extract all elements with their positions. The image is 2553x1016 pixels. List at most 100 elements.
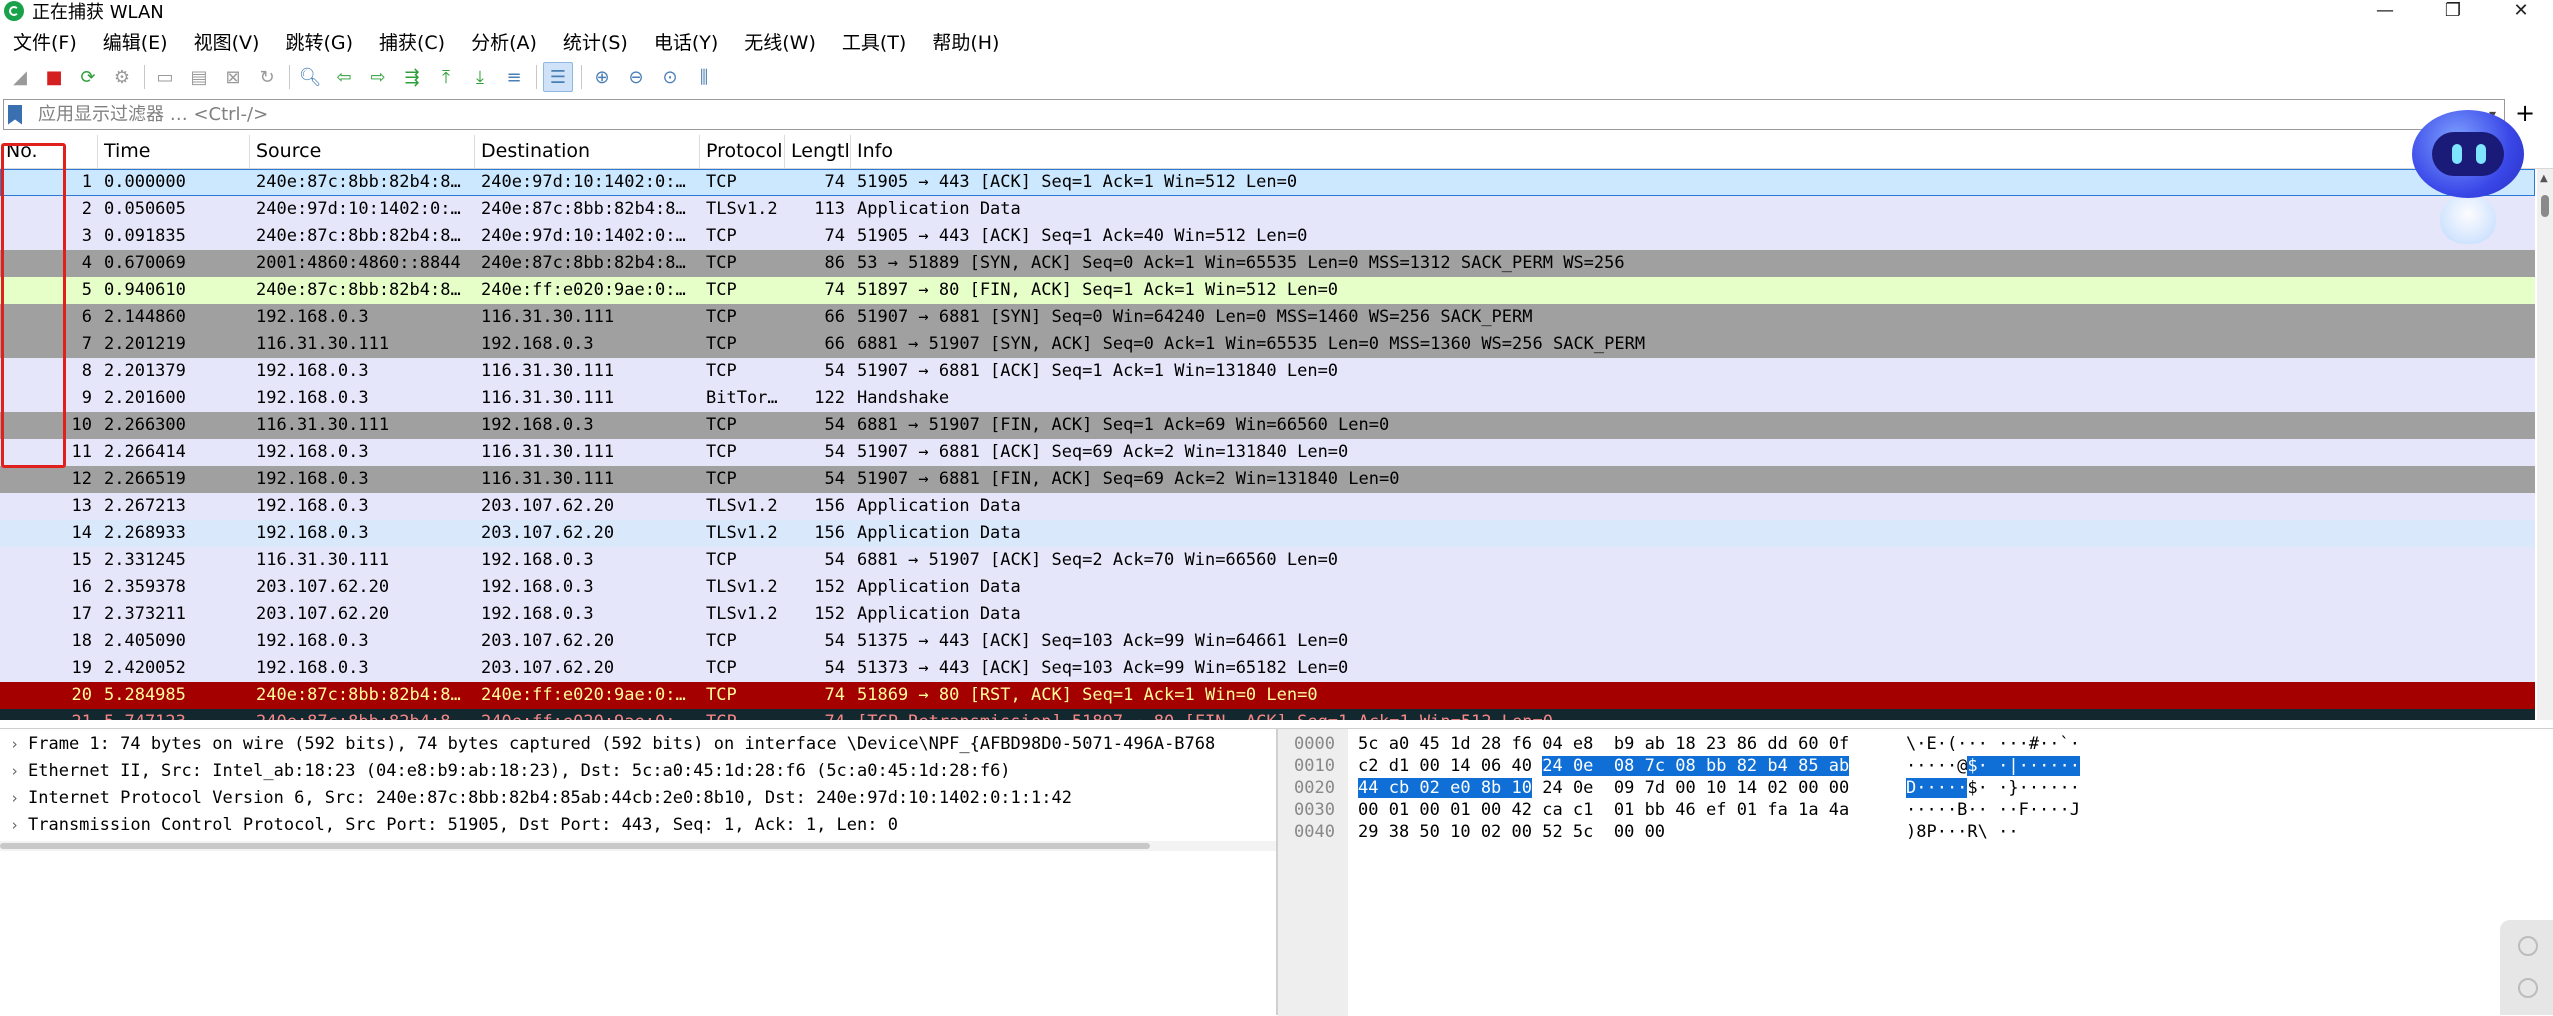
- menu-item-5[interactable]: 分析(A): [458, 28, 550, 55]
- close-window-button[interactable]: ✕: [2496, 0, 2546, 21]
- ascii-highlighted: D·····: [1906, 778, 1968, 798]
- cell-info: Handshake: [857, 388, 950, 408]
- scroll-up-icon[interactable]: ▲: [2540, 173, 2548, 184]
- table-row[interactable]: 16 2.359378 203.107.62.20 192.168.0.3 TLSv1.…: [0, 574, 2535, 601]
- hex-bytes[interactable]: 00 01 00 01 00 42 ca c1 01 bb 46 ef 01 f…: [1358, 799, 1849, 821]
- table-row[interactable]: 15 2.331245 116.31.30.111 192.168.0.3 TCP 54 6…: [0, 547, 2535, 574]
- detail-tree-item[interactable]: › Transmission Control Protocol, Src Port…: [0, 812, 1276, 839]
- go-back-icon[interactable]: ⇦: [330, 63, 358, 91]
- go-forward-icon[interactable]: ⇨: [364, 63, 392, 91]
- find-packet-icon[interactable]: 🔍︎: [296, 63, 324, 91]
- cell-length: 54: [824, 361, 845, 381]
- table-row[interactable]: 9 2.201600 192.168.0.3 116.31.30.111 BitTor……: [0, 385, 2535, 412]
- menu-item-0[interactable]: 文件(F): [0, 28, 90, 55]
- scrollbar-thumb[interactable]: [2541, 195, 2549, 217]
- table-row[interactable]: 7 2.201219 116.31.30.111 192.168.0.3 TCP 66 68…: [0, 331, 2535, 358]
- reload-icon[interactable]: ↻: [253, 63, 281, 91]
- minimize-button[interactable]: —: [2360, 0, 2410, 21]
- cell-destination: 203.107.62.20: [481, 496, 615, 516]
- hex-bytes[interactable]: 44 cb 02 e0 8b 10 24 0e 09 7d 00 10 14 0…: [1358, 777, 1849, 799]
- feather-icon[interactable]: [2518, 978, 2538, 998]
- table-row[interactable]: 10 2.266300 116.31.30.111 192.168.0.3 TCP 54 6…: [0, 412, 2535, 439]
- menu-item-2[interactable]: 视图(V): [181, 28, 273, 55]
- cell-protocol: BitTor…: [706, 388, 778, 408]
- menu-item-9[interactable]: 工具(T): [829, 28, 919, 55]
- table-row[interactable]: 5 0.940610 240e:87c:8bb:82b4:8… 240e:ff:e02…: [0, 277, 2535, 304]
- ascii-bytes[interactable]: \·E·(··· ···#··`·: [1906, 733, 2080, 755]
- detail-tree-item[interactable]: › Frame 1: 74 bytes on wire (592 bits), 7…: [0, 731, 1276, 758]
- bookmark-icon[interactable]: [8, 104, 22, 125]
- expand-chevron-icon[interactable]: ›: [10, 758, 28, 785]
- detail-tree-item[interactable]: › Ethernet II, Src: Intel_ab:18:23 (04:e8…: [0, 758, 1276, 785]
- menu-item-3[interactable]: 跳转(G): [272, 28, 366, 55]
- column-header-destination[interactable]: Destination: [475, 135, 700, 168]
- close-file-icon[interactable]: ⊠: [219, 63, 247, 91]
- column-header-no[interactable]: No.: [0, 135, 98, 168]
- table-row[interactable]: 8 2.201379 192.168.0.3 116.31.30.111 TCP 54 51…: [0, 358, 2535, 385]
- zoom-in-icon[interactable]: ⊕: [588, 63, 616, 91]
- column-header-length[interactable]: Lengtl: [785, 135, 851, 168]
- table-row[interactable]: 11 2.266414 192.168.0.3 116.31.30.111 TCP 54 5…: [0, 439, 2535, 466]
- menu-item-8[interactable]: 无线(W): [731, 28, 829, 55]
- go-to-packet-icon[interactable]: ⇶: [398, 63, 426, 91]
- expand-chevron-icon[interactable]: ›: [10, 785, 28, 812]
- stop-capture-icon[interactable]: ■: [40, 63, 68, 91]
- shield-icon[interactable]: [2518, 936, 2538, 956]
- open-file-icon[interactable]: ▭: [151, 63, 179, 91]
- table-row[interactable]: 12 2.266519 192.168.0.3 116.31.30.111 TCP 54 5…: [0, 466, 2535, 493]
- hex-bytes[interactable]: 29 38 50 10 02 00 52 5c 00 00: [1358, 821, 1665, 843]
- column-header-info[interactable]: Info: [851, 135, 2537, 168]
- column-header-time[interactable]: Time: [98, 135, 250, 168]
- table-row[interactable]: 4 0.670069 2001:4860:4860::8844 240e:87c:8b…: [0, 250, 2535, 277]
- details-horizontal-scrollbar[interactable]: [0, 841, 1276, 851]
- cell-protocol: TCP: [706, 361, 737, 381]
- table-row[interactable]: 6 2.144860 192.168.0.3 116.31.30.111 TCP 66 51…: [0, 304, 2535, 331]
- capture-options-icon[interactable]: ⚙: [108, 63, 136, 91]
- zoom-out-icon[interactable]: ⊖: [622, 63, 650, 91]
- hex-bytes[interactable]: 5c a0 45 1d 28 f6 04 e8 b9 ab 18 23 86 d…: [1358, 733, 1849, 755]
- scrollbar-thumb[interactable]: [0, 843, 1150, 849]
- hex-bytes[interactable]: c2 d1 00 14 06 40 24 0e 08 7c 08 bb 82 b…: [1358, 755, 1850, 777]
- save-file-icon[interactable]: ▤: [185, 63, 213, 91]
- table-row[interactable]: 3 0.091835 240e:87c:8bb:82b4:8… 240e:97d:10…: [0, 223, 2535, 250]
- menu-item-1[interactable]: 编辑(E): [90, 28, 181, 55]
- display-filter-input[interactable]: [36, 103, 2440, 126]
- zoom-normal-icon[interactable]: ⊙: [656, 63, 684, 91]
- cell-protocol: TCP: [706, 253, 737, 273]
- floating-assistant-robot-icon[interactable]: [2408, 108, 2528, 258]
- auto-scroll-icon[interactable]: ≡: [500, 63, 528, 91]
- restore-button[interactable]: ❐: [2428, 0, 2478, 21]
- table-row[interactable]: 2 0.050605 240e:97d:10:1402:0:… 240e:87c:8b…: [0, 196, 2535, 223]
- shark-fin-start-icon[interactable]: ◢: [6, 63, 34, 91]
- resize-columns-icon[interactable]: ⫼: [690, 63, 718, 91]
- go-first-icon[interactable]: ⤒: [432, 63, 460, 91]
- column-header-source[interactable]: Source: [250, 135, 475, 168]
- table-row[interactable]: 13 2.267213 192.168.0.3 203.107.62.20 TLSv1.…: [0, 493, 2535, 520]
- menu-item-7[interactable]: 电话(Y): [641, 28, 731, 55]
- packet-list-scrollbar[interactable]: ▲: [2537, 169, 2553, 720]
- table-row[interactable]: 215.747123240e:87c:8bb:82b4:8…240e:ff:e0…: [0, 709, 2535, 720]
- cell-info: 51907 → 6881 [ACK] Seq=1 Ack=1 Win=13184…: [857, 361, 1339, 381]
- table-row[interactable]: 14 2.268933 192.168.0.3 203.107.62.20 TLSv1.…: [0, 520, 2535, 547]
- go-last-icon[interactable]: ⤓: [466, 63, 494, 91]
- detail-tree-item[interactable]: › Internet Protocol Version 6, Src: 240e:…: [0, 785, 1276, 812]
- ascii-bytes[interactable]: ·····B·· ··F····J: [1906, 799, 2080, 821]
- table-row[interactable]: 20 5.284985 240e:87c:8bb:82b4:8… 240e:ff:e0…: [0, 682, 2535, 709]
- menu-item-4[interactable]: 捕获(C): [366, 28, 458, 55]
- table-row[interactable]: 18 2.405090 192.168.0.3 203.107.62.20 TCP 54 5…: [0, 628, 2535, 655]
- ascii-bytes[interactable]: )8P···R\ ··: [1906, 821, 2019, 843]
- colorize-icon[interactable]: ☰: [543, 62, 573, 92]
- menu-item-10[interactable]: 帮助(H): [919, 28, 1012, 55]
- restart-capture-icon[interactable]: ⟳: [74, 63, 102, 91]
- table-row[interactable]: 1 0.000000 240e:87c:8bb:82b4:8… 240e:97d:10…: [0, 169, 2535, 196]
- side-floating-widget[interactable]: [2500, 920, 2553, 1015]
- expand-chevron-icon[interactable]: ›: [10, 731, 28, 758]
- cell-protocol: TCP: [706, 550, 737, 570]
- table-row[interactable]: 19 2.420052 192.168.0.3 203.107.62.20 TCP 54 5…: [0, 655, 2535, 682]
- table-row[interactable]: 17 2.373211 203.107.62.20 192.168.0.3 TLSv1.…: [0, 601, 2535, 628]
- ascii-bytes[interactable]: D·····$· ·}······: [1906, 777, 2080, 799]
- ascii-bytes[interactable]: ·····@$· ·|······: [1906, 755, 2081, 777]
- column-header-protocol[interactable]: Protocol: [700, 135, 785, 168]
- menu-item-6[interactable]: 统计(S): [550, 28, 641, 55]
- expand-chevron-icon[interactable]: ›: [10, 812, 28, 839]
